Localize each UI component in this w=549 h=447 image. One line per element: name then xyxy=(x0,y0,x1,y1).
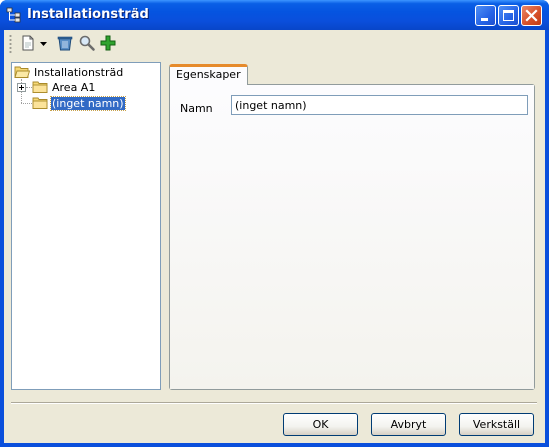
dialog-window: Installationsträd Installationsträd Area… xyxy=(0,0,549,447)
expand-icon[interactable] xyxy=(17,83,26,92)
installation-tree[interactable]: Installationsträd Area A1 (inget namn) xyxy=(11,62,161,390)
tab-egenskaper[interactable]: Egenskaper xyxy=(169,64,248,85)
new-item-icon[interactable] xyxy=(19,34,37,52)
add-icon[interactable] xyxy=(99,34,117,52)
properties-panel: Namn xyxy=(169,84,535,390)
ok-button[interactable]: OK xyxy=(283,413,358,436)
cancel-button[interactable]: Avbryt xyxy=(371,413,446,436)
close-button[interactable] xyxy=(521,5,542,26)
tree-node-label: (inget namn) xyxy=(50,96,126,111)
dialog-client-area: Installationsträd Area A1 (inget namn) N… xyxy=(4,30,545,443)
close-icon xyxy=(525,9,538,22)
folder-icon xyxy=(32,80,48,94)
minimize-icon xyxy=(481,18,488,21)
maximize-button[interactable] xyxy=(498,5,519,26)
divider xyxy=(11,402,537,404)
search-icon[interactable] xyxy=(78,34,96,52)
dropdown-arrow-icon[interactable] xyxy=(39,34,49,52)
toolbar-grip[interactable] xyxy=(9,34,12,54)
tree-node-label: Installationsträd xyxy=(34,66,124,79)
properties-panel-body: Namn xyxy=(170,85,534,389)
folder-open-icon xyxy=(14,65,31,79)
name-field[interactable] xyxy=(231,95,528,115)
tree-app-icon xyxy=(6,7,22,23)
apply-button[interactable]: Verkställ xyxy=(459,413,534,436)
name-label: Namn xyxy=(180,102,213,115)
tree-connector xyxy=(21,103,32,104)
delete-icon[interactable] xyxy=(56,34,74,52)
title-bar[interactable]: Installationsträd xyxy=(0,0,549,30)
maximize-icon xyxy=(503,10,514,21)
tree-node-label: Area A1 xyxy=(52,81,96,94)
folder-icon xyxy=(32,96,48,110)
minimize-button[interactable] xyxy=(475,5,496,26)
window-title: Installationsträd xyxy=(27,7,149,22)
